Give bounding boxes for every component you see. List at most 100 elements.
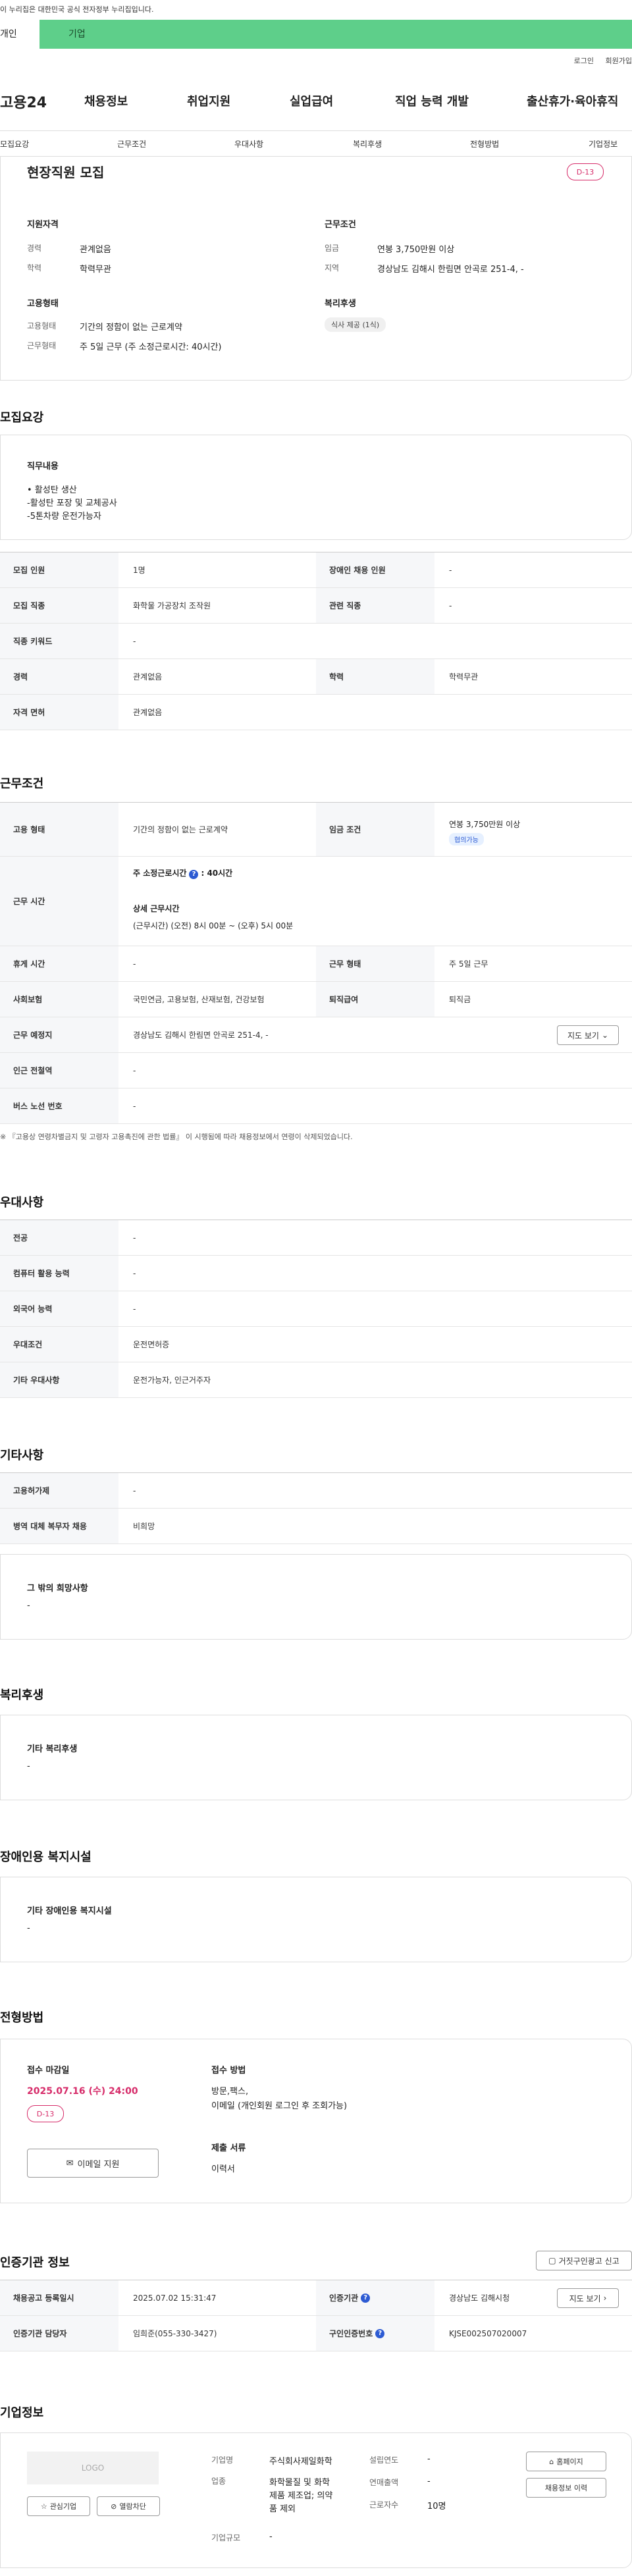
wish-card: 그 밖의 희망사항 - [0,1554,632,1640]
row-value: KJSE002507020007 [449,2328,527,2338]
row-value: 2025.07.02 15:31:47 [133,2293,217,2303]
industry-value-3: 품 제외 [269,2504,296,2514]
deadline-dday-badge: D-13 [27,2105,64,2122]
region-label: 지역 [325,263,340,273]
agency-map-button[interactable]: 지도 보기 › [557,2288,619,2308]
row-key: 버스 노선 번호 [0,1088,118,1123]
emp-value: 기간의 정함이 없는 근로계약 [80,323,182,333]
sales-label: 연매출액 [369,2478,399,2487]
info-icon[interactable]: ? [189,870,199,879]
table-row: 휴게 시간 - 근무 형태 주 5일 근무 [0,946,632,982]
site-logo[interactable]: 고용24 [0,91,47,112]
disabled-card: 기타 장애인용 복지시설 - [0,1877,632,1962]
row-key: 구인인증번호? [316,2316,434,2351]
job-history-button[interactable]: 채용정보 이력 [526,2478,606,2498]
row-key: 근무 예정지 [0,1017,118,1052]
wage-negotiable-chip: 협의가능 [449,833,484,845]
report-fake-ad-button[interactable]: ▢ 거짓구인광고 신고 [536,2251,632,2270]
duty-label: 직무내용 [27,462,59,471]
row-value: - [133,1233,136,1243]
info-icon[interactable]: ? [375,2328,385,2338]
table-row: 모집 직종 화학물 가공장치 조작원 관련 직종 - [0,588,632,624]
row-value: 관계없음 [133,708,163,717]
section-nav-recruit[interactable]: 모집요강 [0,138,29,149]
row-key: 외국어 능력 [0,1291,118,1326]
gnb-item-leave[interactable]: 출산휴가·육아휴직 [527,92,618,109]
industry-value-1: 화학물질 및 화학 [269,2478,330,2488]
hours-detail-label: 상세 근무시간 [133,904,180,913]
company-name-label: 기업명 [211,2455,234,2465]
map-button-label: 지도 보기 [567,1031,599,1040]
row-value: 경상남도 김해시 한림면 안곡로 251-4, - [133,1031,269,1040]
row-key: 우대조건 [0,1327,118,1362]
company-heading: 기업정보 [0,2406,44,2420]
row-key: 관련 직종 [316,588,434,623]
row-value: 경상남도 김해시청 [449,2294,510,2303]
deadline-label: 접수 마감일 [27,2066,70,2076]
row-key: 근무 시간 [0,857,118,946]
disabled-value: - [27,1923,30,1933]
gnb-item-jobs[interactable]: 채용정보 [84,92,128,109]
founded-label: 설립연도 [369,2455,399,2465]
disabled-label: 기타 장애인용 복지시설 [27,1906,112,1916]
row-value: 연봉 3,750만원 이상 [449,820,521,829]
table-row: 근무 예정지 경상남도 김해시 한림면 안곡로 251-4, - 지도 보기 ⌄ [0,1017,632,1053]
row-value: - [133,1486,136,1495]
row-value: - [133,636,136,646]
row-key: 컴퓨터 활용 능력 [0,1256,118,1291]
row-key: 경력 [0,659,118,694]
duty-line-2: -활성탄 포장 및 교체공사 [27,498,117,508]
duty-line-1: • 활성탄 생산 [27,485,77,495]
block-icon: ⊘ [111,2502,117,2511]
row-value: 국민연금, 고용보험, 산재보험, 건강보험 [133,995,265,1004]
info-icon[interactable]: ? [361,2293,371,2303]
row-key: 고용 형태 [0,803,118,856]
block-view-button[interactable]: ⊘ 열람차단 [97,2496,160,2516]
email-apply-button[interactable]: ✉ 이메일 지원 [27,2149,159,2178]
row-value: 임희준(055-330-3427) [133,2329,217,2338]
tab-company[interactable]: 기업 [40,20,632,49]
cert-heading: 인증기관 정보 [0,2256,70,2270]
industry-label: 업종 [211,2477,226,2486]
gnb-item-benefit[interactable]: 실업급여 [290,92,333,109]
star-icon: ☆ [40,2502,47,2511]
industry-value-2: 제품 제조업; 의약 [269,2491,333,2501]
table-row: 자격 면허 관계없음 [0,695,632,730]
worktype-label: 근무형태 [27,341,57,350]
table-row: 고용 형태 기간의 정함이 없는 근로계약 임금 조건 연봉 3,750만원 이… [0,803,632,857]
row-value: 1명 [133,566,145,575]
map-button[interactable]: 지도 보기 ⌄ [557,1025,619,1045]
gnb-item-support[interactable]: 취업지원 [187,92,230,109]
work-table: 고용 형태 기간의 정함이 없는 근로계약 임금 조건 연봉 3,750만원 이… [0,802,632,1124]
company-name-value: 주식회사제일화학 [269,2457,332,2467]
section-nav-welfare[interactable]: 복리후생 [353,138,382,149]
staff-label: 근로자수 [369,2500,399,2509]
edu-value: 학력무관 [80,265,111,275]
row-key: 기타 우대사항 [0,1362,118,1397]
row-value: 기간의 정함이 없는 근로계약 [133,825,228,834]
section-nav-pref[interactable]: 우대사항 [234,138,263,149]
row-value: 운전면허증 [133,1340,170,1349]
job-title: 현장직원 모집 [27,165,105,180]
row-key: 퇴직급여 [316,982,434,1017]
join-link[interactable]: 회원가입 [606,57,632,65]
fav-company-button[interactable]: ☆ 관심기업 [27,2496,90,2516]
etc-table: 고용허가제 - 병역 대체 복무자 채용 비희망 [0,1472,632,1544]
welfare-heading: 복리후생 [325,299,356,309]
gov-banner-text: 이 누리집은 대한민국 공식 전자정부 누리집입니다. [0,5,154,14]
row-key: 전공 [0,1220,118,1255]
section-nav: 모집요강 근무조건 우대사항 복리후생 전형방법 기업정보 [0,130,632,157]
tab-personal[interactable]: 개인 [0,20,40,49]
mail-icon: ✉ [66,2158,74,2168]
homepage-button[interactable]: ⌂ 홈페이지 [526,2452,606,2471]
section-nav-work[interactable]: 근무조건 [117,138,146,149]
age-note: ※ 『고용상 연령차별금지 및 고령자 고용촉진에 관한 법률』 이 시행됨에 … [0,1133,353,1141]
qual-heading: 지원자격 [27,220,59,230]
table-row: 인증기관 담당자 임희준(055-330-3427) 구인인증번호? KJSE0… [0,2316,632,2351]
gnb-item-training[interactable]: 직업 능력 개발 [395,92,469,109]
login-link[interactable]: 로그인 [574,57,594,65]
method-value-2: 이메일 (개인회원 로그인 후 조회가능) [211,2101,348,2111]
row-key: 휴게 시간 [0,946,118,981]
section-nav-company[interactable]: 기업정보 [589,138,618,149]
section-nav-screening[interactable]: 전형방법 [470,138,499,149]
